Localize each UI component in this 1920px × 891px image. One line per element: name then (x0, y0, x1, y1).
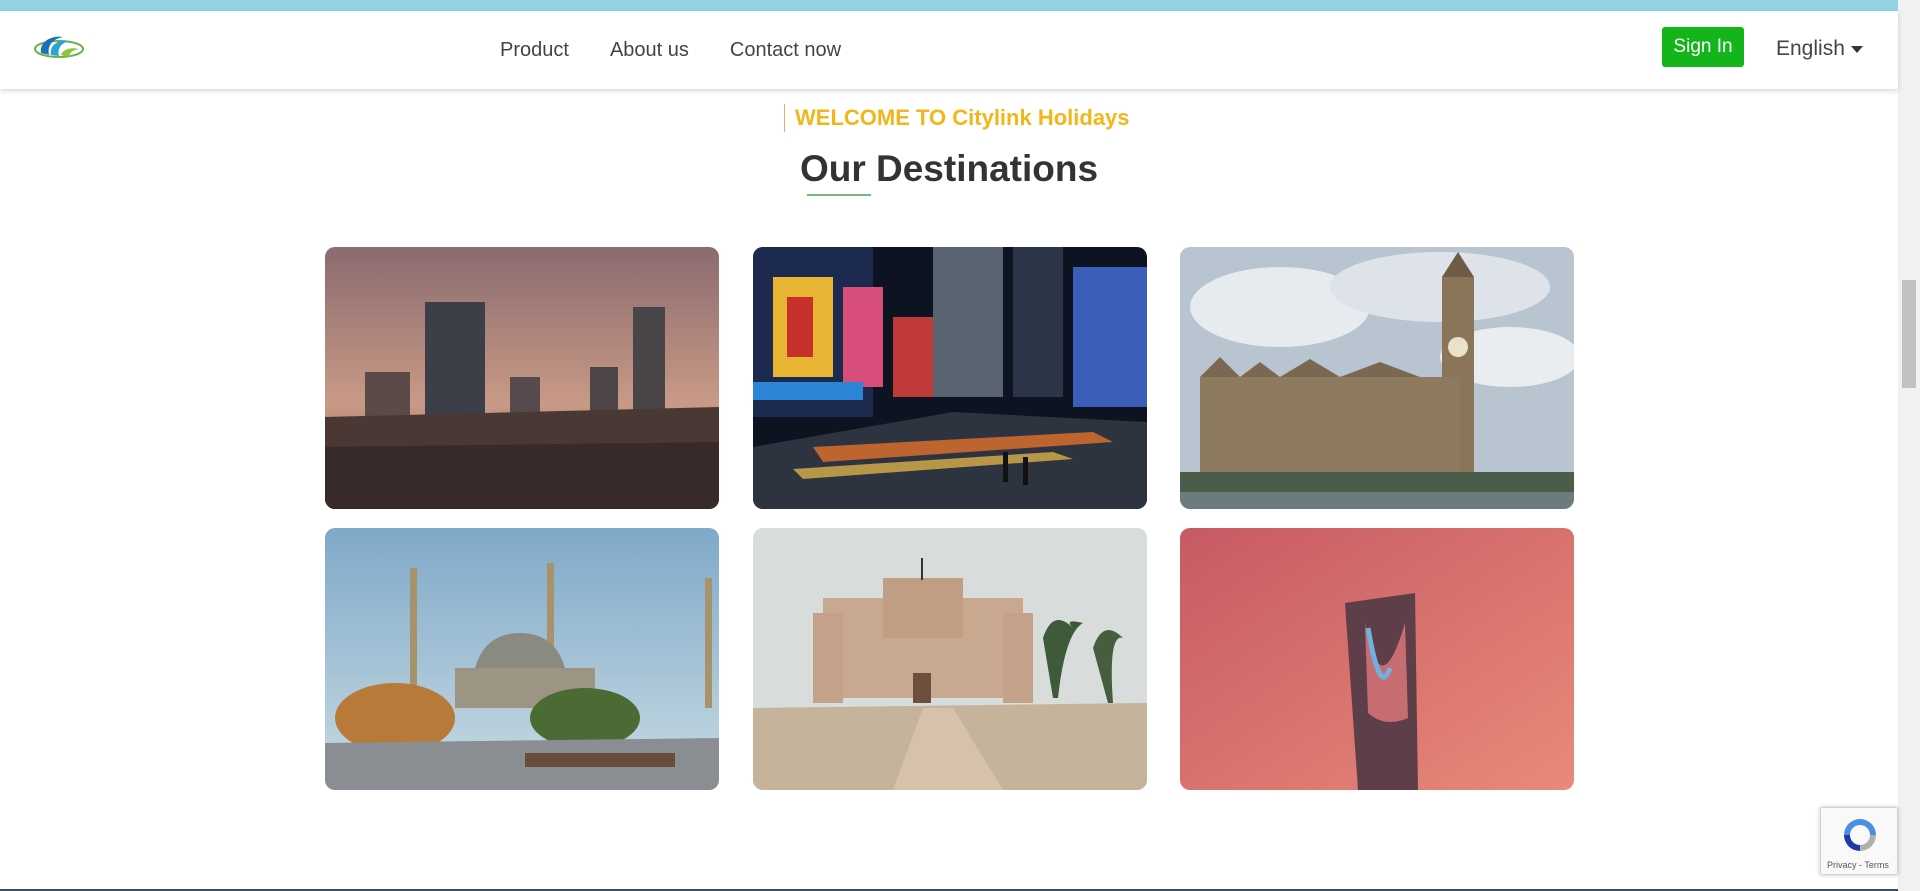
vertical-scrollbar[interactable] (1898, 0, 1920, 891)
destination-card-kingdom-tower[interactable] (1180, 528, 1574, 790)
destination-card-citadel[interactable] (753, 528, 1147, 790)
welcome-tagline: WELCOME TO Citylink Holidays (784, 104, 1130, 132)
heading-underline (807, 194, 871, 196)
blue-mosque-image (325, 528, 719, 790)
nav-link-about-us[interactable]: About us (610, 39, 689, 62)
main-nav: Product About us Contact now (500, 11, 882, 89)
times-square-image (753, 247, 1147, 509)
terms-link[interactable]: Terms (1864, 860, 1889, 870)
citadel-image (753, 528, 1147, 790)
citylink-logo-icon[interactable] (33, 31, 85, 65)
destination-card-times-square[interactable] (753, 247, 1147, 509)
top-accent-strip (0, 0, 1898, 11)
navbar: Product About us Contact now Sign In Eng… (0, 11, 1898, 89)
language-label: English (1776, 37, 1845, 60)
section-heading: Our Destinations (799, 148, 1099, 189)
big-ben-image (1180, 247, 1574, 509)
destination-card-big-ben[interactable] (1180, 247, 1574, 509)
city-skyline-image (325, 247, 719, 509)
destination-card-blue-mosque[interactable] (325, 528, 719, 790)
recaptcha-icon (1844, 819, 1876, 851)
privacy-link[interactable]: Privacy (1827, 860, 1857, 870)
sign-in-button[interactable]: Sign In (1662, 27, 1744, 67)
caret-down-icon (1850, 45, 1863, 53)
nav-link-contact-now[interactable]: Contact now (730, 39, 841, 62)
scrollbar-thumb[interactable] (1902, 280, 1916, 388)
destination-card-city-skyline[interactable] (325, 247, 719, 509)
nav-link-product[interactable]: Product (500, 39, 569, 62)
recaptcha-links: Privacy - Terms (1827, 860, 1889, 870)
kingdom-tower-image (1180, 528, 1574, 790)
recaptcha-badge[interactable]: Privacy - Terms (1820, 807, 1898, 875)
language-dropdown[interactable]: English (1776, 37, 1863, 61)
